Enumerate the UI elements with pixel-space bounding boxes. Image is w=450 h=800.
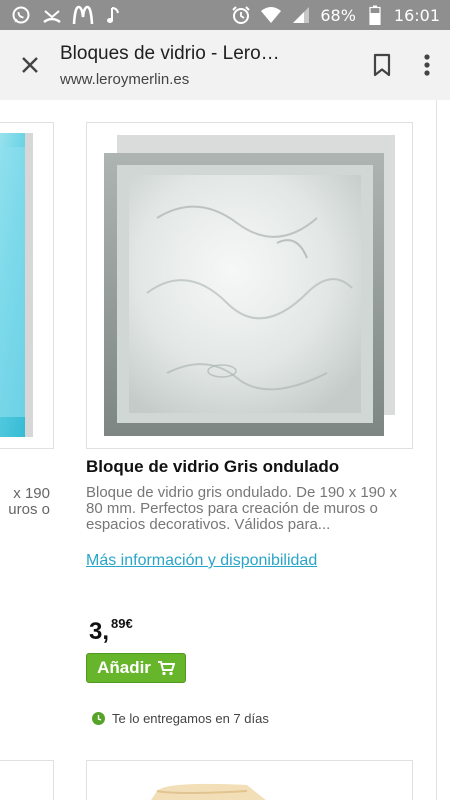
price-decimal: 89€ [111, 616, 133, 631]
product-description: Bloque de vidrio gris ondulado. De 190 x… [86, 484, 398, 533]
whatsapp-icon [10, 4, 32, 26]
music-note-icon [103, 4, 125, 26]
bookmark-button[interactable] [360, 30, 404, 100]
page-title: Bloques de vidrio - Lero… [60, 42, 280, 64]
product-price: 3, 89€ [89, 616, 133, 646]
delivery-info: Te lo entregamos en 7 días [92, 711, 269, 726]
page-url: www.leroymerlin.es [60, 70, 190, 88]
alarm-icon [230, 4, 252, 26]
add-button-label: Añadir [97, 658, 151, 677]
notification-icons [0, 4, 125, 26]
product-title[interactable]: Bloque de vidrio Gris ondulado [86, 457, 426, 477]
previous-product-image[interactable] [0, 122, 54, 449]
clock-icon [92, 712, 105, 725]
more-vert-icon [424, 54, 430, 76]
battery-percent: 68% [320, 5, 356, 25]
status-bar: 68% 16:01 [0, 0, 450, 30]
cart-icon [157, 661, 175, 676]
page-title-area: Bloques de vidrio - Lero… www.leroymerli… [60, 43, 360, 88]
add-to-cart-button[interactable]: Añadir [86, 653, 186, 683]
browser-toolbar: Bloques de vidrio - Lero… www.leroymerli… [0, 30, 450, 101]
previous-product-description: x 190 uros o [8, 486, 50, 518]
clock: 16:01 [393, 5, 440, 25]
close-button[interactable] [0, 30, 60, 100]
product-card-partial[interactable] [0, 760, 54, 800]
system-icons: 68% 16:01 [230, 4, 450, 26]
mcdonalds-icon [72, 4, 94, 26]
missed-call-icon [41, 4, 63, 26]
close-icon [22, 57, 38, 73]
price-integer: 3, [89, 618, 110, 645]
wifi-icon [260, 4, 282, 26]
more-info-link[interactable]: Más información y disponibilidad [86, 552, 317, 570]
signal-icon [290, 4, 312, 26]
page-content: x 190 uros o Bloque de vidrio Gris ondul… [0, 100, 450, 800]
delivery-text: Te lo entregamos en 7 días [112, 711, 269, 726]
battery-icon [364, 4, 386, 26]
product-image[interactable] [86, 122, 413, 449]
more-options-button[interactable] [404, 30, 450, 100]
bookmark-icon [373, 53, 391, 77]
next-product-card[interactable] [86, 760, 413, 800]
divider [436, 100, 437, 800]
